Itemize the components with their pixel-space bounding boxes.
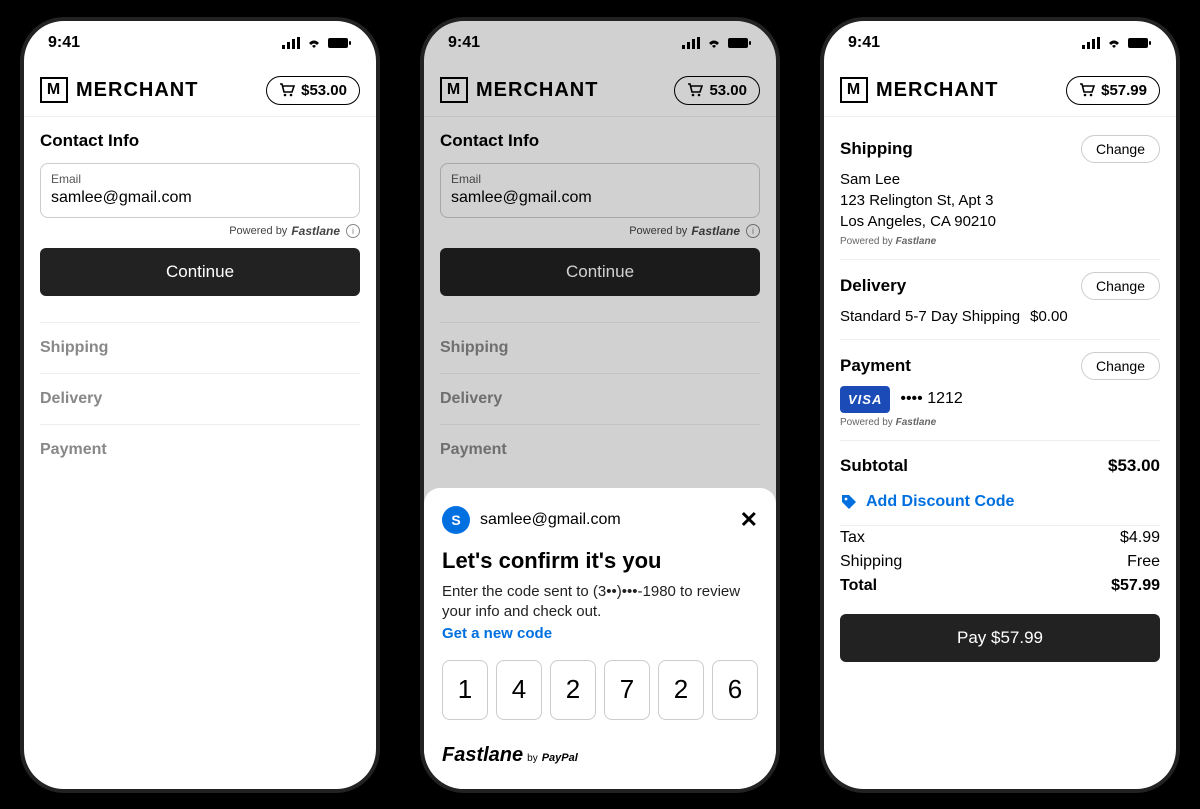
brand-name: MERCHANT [76, 79, 198, 102]
otp-digit-3[interactable]: 2 [550, 660, 596, 720]
tax-value: $4.99 [1120, 529, 1160, 547]
clock: 9:41 [848, 34, 880, 52]
visa-badge-icon: VISA [840, 386, 890, 413]
subtotal-label: Subtotal [840, 456, 908, 476]
totals-block: Subtotal $53.00 Add Discount Code Tax $4… [840, 441, 1160, 662]
ship-label: Shipping [840, 553, 902, 571]
status-bar: 9:41 [24, 21, 376, 65]
subtotal-value: $53.00 [1108, 456, 1160, 476]
powered-label: Powered by [229, 225, 287, 237]
merchant-brand: M MERCHANT [40, 77, 198, 103]
otp-digit-4[interactable]: 7 [604, 660, 650, 720]
shipping-addr1: 123 Relington St, Apt 3 [840, 190, 1160, 211]
delivery-section: Delivery Change Standard 5-7 Day Shippin… [840, 260, 1160, 340]
battery-icon [328, 37, 352, 49]
cart-total: $53.00 [301, 82, 347, 99]
email-input[interactable] [51, 189, 349, 207]
checkout-otp-screen: 9:41 M MERCHANT 53.00 Contact Info Email… [420, 17, 780, 793]
content: Shipping Change Sam Lee 123 Relington St… [824, 117, 1176, 789]
cart-icon [279, 83, 295, 97]
total-value: $57.99 [1111, 577, 1160, 595]
payment-section: Payment Change VISA •••• 1212 Powered by… [840, 340, 1160, 441]
payment-powered: Powered by Fastlane [840, 417, 1160, 428]
otp-digit-6[interactable]: 6 [712, 660, 758, 720]
content: Contact Info Email Powered by Fastlane i… [24, 117, 376, 789]
powered-by-row: Powered by Fastlane i [40, 224, 360, 238]
status-icons [282, 37, 352, 49]
payment-heading: Payment [840, 356, 911, 376]
checkout-contact-screen: 9:41 M MERCHANT $53.00 Contact Info Emai… [20, 17, 380, 793]
step-delivery: Delivery [40, 373, 360, 424]
shipping-powered: Powered by Fastlane [840, 236, 1160, 247]
app-header: M MERCHANT $57.99 [824, 65, 1176, 117]
card-masked: •••• 1212 [900, 390, 962, 408]
paypal-logo: PayPal [542, 752, 578, 764]
change-payment-button[interactable]: Change [1081, 352, 1160, 380]
checkout-review-screen: 9:41 M MERCHANT $57.99 Shipping Change S… [820, 17, 1180, 793]
otp-sheet: S samlee@gmail.com ✕ Let's confirm it's … [424, 488, 776, 789]
cellular-icon [1082, 37, 1100, 49]
email-field-wrap[interactable]: Email [40, 163, 360, 218]
brand-mark: M [840, 77, 868, 103]
shipping-heading: Shipping [840, 139, 913, 159]
fastlane-logo: Fastlane [442, 744, 523, 767]
battery-icon [1128, 37, 1152, 49]
change-shipping-button[interactable]: Change [1081, 135, 1160, 163]
step-list: Shipping Delivery Payment [24, 322, 376, 475]
close-icon[interactable]: ✕ [740, 509, 758, 531]
cellular-icon [282, 37, 300, 49]
status-icons [1082, 37, 1152, 49]
clock: 9:41 [48, 34, 80, 52]
merchant-brand: M MERCHANT [840, 77, 998, 103]
modal-overlay: S samlee@gmail.com ✕ Let's confirm it's … [424, 21, 776, 789]
sheet-user-row: S samlee@gmail.com [442, 506, 621, 534]
cart-total: $57.99 [1101, 82, 1147, 99]
get-new-code-link[interactable]: Get a new code [442, 625, 758, 642]
pay-button[interactable]: Pay $57.99 [840, 614, 1160, 662]
brand-name: MERCHANT [876, 79, 998, 102]
contact-info-heading: Contact Info [40, 131, 360, 151]
sheet-description: Enter the code sent to (3••)•••-1980 to … [442, 582, 758, 623]
discount-label: Add Discount Code [866, 493, 1014, 511]
email-label: Email [51, 172, 349, 186]
fastlane-logo: Fastlane [896, 417, 937, 428]
fastlane-logo: Fastlane [291, 224, 340, 238]
total-label: Total [840, 577, 877, 595]
shipping-section: Shipping Change Sam Lee 123 Relington St… [840, 123, 1160, 260]
cart-button[interactable]: $57.99 [1066, 76, 1160, 105]
fastlane-logo: Fastlane [896, 236, 937, 247]
cart-button[interactable]: $53.00 [266, 76, 360, 105]
sheet-email: samlee@gmail.com [480, 511, 621, 529]
otp-digit-1[interactable]: 1 [442, 660, 488, 720]
tax-label: Tax [840, 529, 865, 547]
app-header: M MERCHANT $53.00 [24, 65, 376, 117]
change-delivery-button[interactable]: Change [1081, 272, 1160, 300]
avatar: S [442, 506, 470, 534]
shipping-name: Sam Lee [840, 169, 1160, 190]
info-icon[interactable]: i [346, 224, 360, 238]
delivery-heading: Delivery [840, 276, 906, 296]
cart-icon [1079, 83, 1095, 97]
delivery-method: Standard 5-7 Day Shipping [840, 306, 1020, 327]
otp-digit-5[interactable]: 2 [658, 660, 704, 720]
otp-row: 1 4 2 7 2 6 [442, 660, 758, 720]
step-shipping: Shipping [40, 322, 360, 373]
add-discount-button[interactable]: Add Discount Code [840, 479, 1160, 526]
status-bar: 9:41 [824, 21, 1176, 65]
tag-icon [840, 493, 858, 511]
wifi-icon [1106, 37, 1122, 49]
continue-button[interactable]: Continue [40, 248, 360, 296]
wifi-icon [306, 37, 322, 49]
sheet-title: Let's confirm it's you [442, 548, 758, 574]
sheet-footer: Fastlane by PayPal [442, 744, 758, 767]
delivery-price: $0.00 [1030, 306, 1068, 327]
shipping-addr2: Los Angeles, CA 90210 [840, 211, 1160, 232]
ship-value: Free [1127, 553, 1160, 571]
step-payment: Payment [40, 424, 360, 475]
brand-mark: M [40, 77, 68, 103]
otp-digit-2[interactable]: 4 [496, 660, 542, 720]
footer-by: by [527, 753, 538, 764]
